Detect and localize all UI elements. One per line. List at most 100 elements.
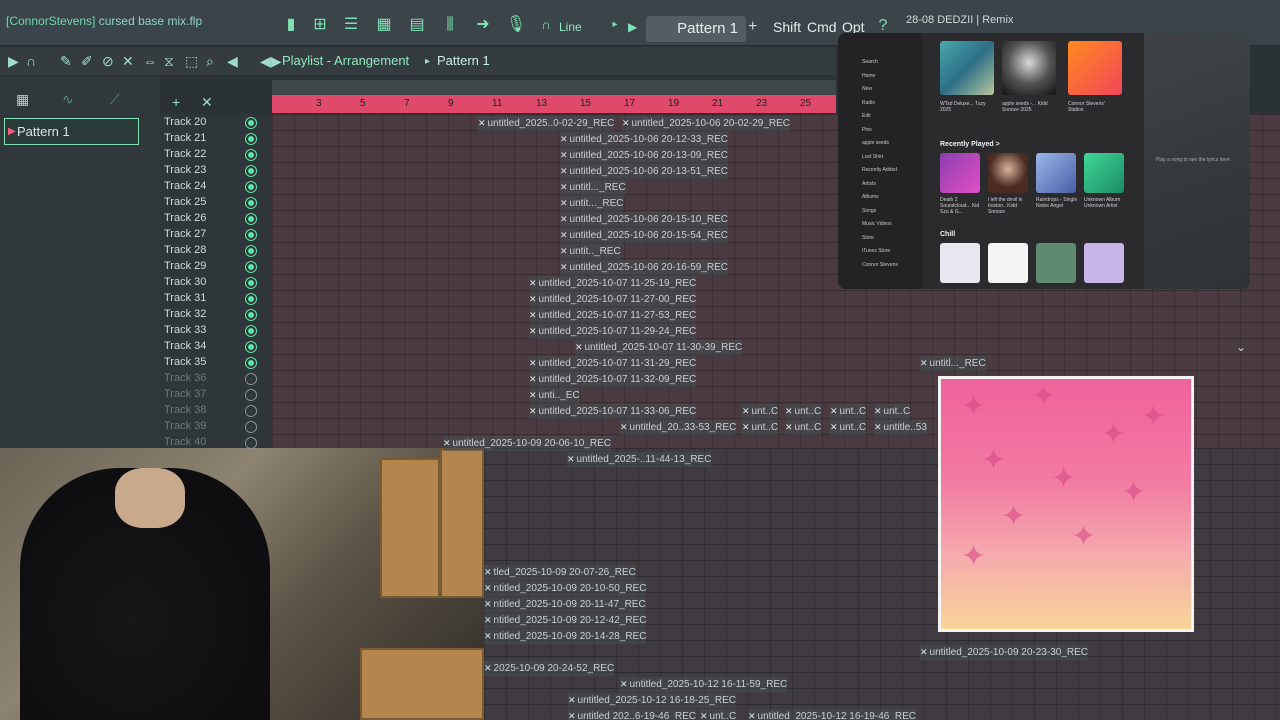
track-mute-toggle[interactable] [246,214,256,224]
music-sidebar-item[interactable]: Home [862,73,875,79]
chevron-down-icon[interactable]: ⌄ [1236,340,1246,354]
track-mute-toggle[interactable] [246,230,256,240]
mute-icon[interactable]: ✕ [122,53,134,70]
audio-clip[interactable]: untitled_2025-10-12 16-11-59_REC [620,677,788,692]
track-name[interactable]: Track 36 [164,372,206,388]
audio-clip[interactable]: tled_2025-10-09 20-07-26_REC [484,565,636,580]
music-sidebar-item[interactable]: Pins [862,127,872,133]
track-mute-toggle[interactable] [246,198,256,208]
track-name[interactable]: Track 20 [164,116,206,132]
audio-clip[interactable]: untitled_2025-10-06 20-13-09_REC [560,148,728,163]
track-name[interactable]: Track 40 [164,436,206,452]
zoom-icon[interactable]: ⌕ [206,53,214,70]
audio-clip[interactable]: untitled_20..33-53_REC [620,420,737,435]
track-mute-toggle[interactable] [246,310,256,320]
track-mute-toggle[interactable] [246,134,256,144]
track-mute-toggle[interactable] [246,422,256,432]
track-name[interactable]: Track 26 [164,212,206,228]
track-name[interactable]: Track 35 [164,356,206,372]
playlist-icon[interactable]: ☰ [340,14,362,36]
music-sidebar-item[interactable]: Artists [862,181,876,187]
track-mute-toggle[interactable] [246,326,256,336]
delete-icon[interactable]: ⊘ [102,53,114,70]
audio-clip[interactable]: ntitled_2025-10-09 20-11-47_REC [484,597,646,612]
audio-clip[interactable]: untitled_2025-10-07 11-29-24_REC [529,324,697,339]
audio-clip[interactable]: untitled 202..6-19-46_REC [568,709,696,720]
line-dropdown-icon[interactable]: ▸ [604,14,626,36]
audio-clip[interactable]: unt..C [700,709,737,720]
audio-clip[interactable]: untitled_2025-10-07 11-25-19_REC [529,276,697,291]
track-mute-toggle[interactable] [246,342,256,352]
music-sidebar-item[interactable]: Music Videos [862,221,892,227]
audio-clip[interactable]: untitled_2025-10-06 20-13-51_REC [560,164,728,179]
track-mute-toggle[interactable] [246,406,256,416]
track-name[interactable]: Track 39 [164,420,206,436]
album-cover[interactable] [1036,243,1076,283]
playlist-nav-icon[interactable]: ◀▶ [260,53,282,70]
audio-icon[interactable]: ∿ [62,91,74,108]
album-cover[interactable] [1084,243,1124,283]
cmd-button[interactable]: Cmd [807,19,837,35]
play-icon[interactable]: ▶ [8,53,19,70]
audio-clip[interactable]: untitled_2025-10-07 11-33-06_REC [529,404,697,419]
track-name[interactable]: Track 30 [164,276,206,292]
music-sidebar-item[interactable]: Albums [862,194,879,200]
audio-clip[interactable]: untitled_2025-10-12 16-19-46_REC [748,709,916,720]
recently-played-heading[interactable]: Recently Played > [940,141,1000,148]
audio-clip[interactable]: untitled_2025-10-07 11-27-53_REC [529,308,697,323]
audio-clip[interactable]: untitled_2025-10-07 11-30-39_REC [575,340,743,355]
audio-clip[interactable]: unt..C [785,404,822,419]
track-mute-toggle[interactable] [246,390,256,400]
audio-clip[interactable]: untitl..._REC [560,180,626,195]
album-cover[interactable] [940,41,994,95]
music-sidebar-item[interactable]: iTunes Store [862,248,890,254]
remove-track-icon[interactable]: ✕ [201,94,213,111]
audio-clip[interactable]: ntitled_2025-10-09 20-14-28_REC [484,629,647,644]
pattern-select-icon[interactable]: ⊞ [309,14,331,36]
pencil-icon[interactable]: ✎ [60,53,72,70]
track-mute-toggle[interactable] [246,262,256,272]
audio-clip[interactable]: untitl..._REC [920,356,986,371]
brush-icon[interactable]: ✐ [81,53,93,70]
music-sidebar-item[interactable]: Store [862,235,874,241]
album-cover[interactable] [988,153,1028,193]
audio-clip[interactable]: untitled_2025-10-09 20-06-10_REC [443,436,611,451]
pattern-list-item[interactable]: ▶ Pattern 1 [4,118,139,145]
track-name[interactable]: Track 32 [164,308,206,324]
album-cover[interactable] [940,153,980,193]
snap-mode-line[interactable]: Line [559,20,582,34]
audio-clip[interactable]: ntitled_2025-10-09 20-12-42_REC [484,613,647,628]
piano-roll-icon[interactable]: ▦ [373,14,395,36]
magnet-icon[interactable]: ∩ [26,53,36,69]
audio-clip[interactable]: ntitled_2025-10-09 20-10-50_REC [484,581,647,596]
audio-clip[interactable]: untitled_2025-10-07 11-31-29_REC [529,356,697,371]
album-cover[interactable] [940,243,980,283]
audio-clip[interactable]: unt..C [742,420,779,435]
album-cover[interactable] [1084,153,1124,193]
timeline-ruler[interactable] [272,95,836,113]
track-mute-toggle[interactable] [246,278,256,288]
slice-icon[interactable]: ⧖ [164,53,174,70]
audio-clip[interactable]: untitled_2025-10-12 16-18-25_REC [568,693,736,708]
track-name[interactable]: Track 24 [164,180,206,196]
music-sidebar-item[interactable]: Songs [862,208,876,214]
track-name[interactable]: Track 21 [164,132,206,148]
track-name[interactable]: Track 38 [164,404,206,420]
track-mute-toggle[interactable] [246,246,256,256]
slip-icon[interactable]: ⇔ [143,53,157,69]
track-name[interactable]: Track 22 [164,148,206,164]
audio-clip[interactable]: unt..C [830,404,867,419]
audio-clip[interactable]: unt..C [874,404,911,419]
select-icon[interactable]: ⬚ [185,53,198,70]
station-cover[interactable] [1068,41,1122,95]
picker-icon[interactable]: ▦ [16,91,29,108]
music-sidebar-item[interactable]: New [862,86,872,92]
channel-rack-icon[interactable]: ▤ [406,14,428,36]
audio-clip[interactable]: untit..._REC [560,196,624,211]
music-sidebar-item[interactable]: Connor Stevens [862,262,898,268]
audio-clip[interactable]: untitled_2025-10-06 20-02-29_REC [622,116,790,131]
track-name[interactable]: Track 37 [164,388,206,404]
album-cover[interactable] [1002,41,1056,95]
audio-clip[interactable]: 2025-10-09 20-24-52_REC [484,661,615,676]
track-name[interactable]: Track 23 [164,164,206,180]
